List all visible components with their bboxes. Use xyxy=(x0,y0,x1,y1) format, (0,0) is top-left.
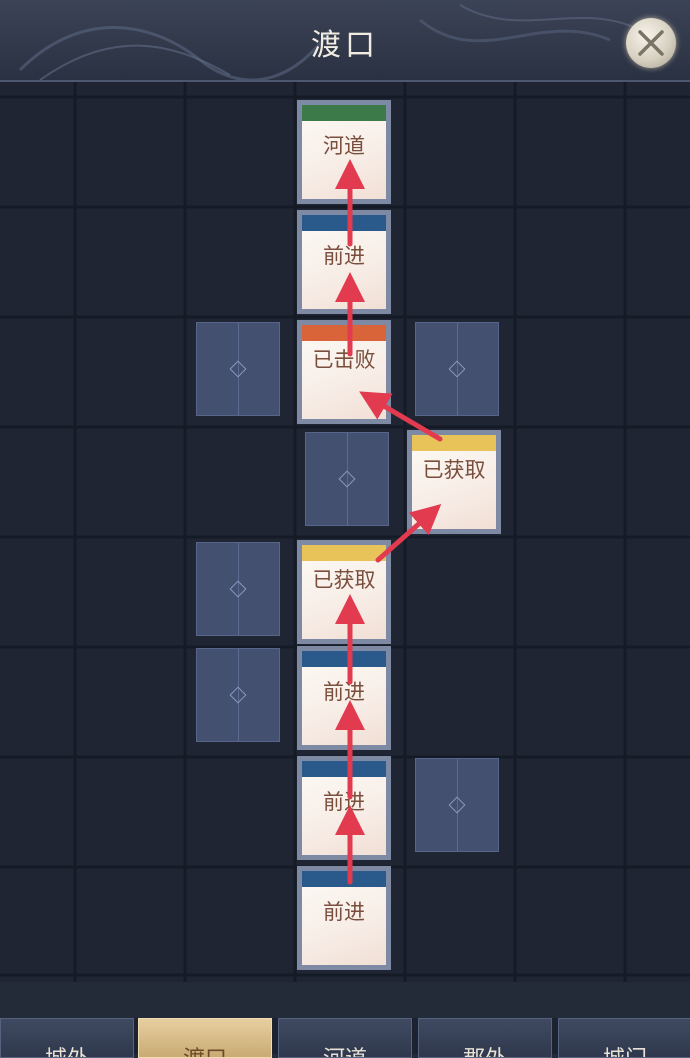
tab-ferry[interactable]: 渡口 xyxy=(138,1018,272,1058)
diamond-icon xyxy=(448,796,466,814)
close-button[interactable] xyxy=(626,18,676,68)
node-card-label: 前进 xyxy=(323,244,365,268)
diamond-icon xyxy=(229,580,247,598)
node-card-advance[interactable]: 前进 xyxy=(297,866,391,970)
node-card-advance[interactable]: 前进 xyxy=(297,210,391,314)
node-card-defeated[interactable]: 已击败 xyxy=(297,320,391,424)
tab-label: 渡口 xyxy=(183,1047,227,1057)
node-card-bar xyxy=(302,761,386,777)
node-card-label: 前进 xyxy=(323,680,365,704)
header-bar: 渡口 xyxy=(0,0,690,82)
node-card-obtained[interactable]: 已获取 xyxy=(407,430,501,534)
empty-tile[interactable] xyxy=(415,322,499,416)
diamond-icon xyxy=(448,360,466,378)
node-card-river[interactable]: 河道 xyxy=(297,100,391,204)
empty-tile[interactable] xyxy=(196,322,280,416)
tab-label: 城门 xyxy=(603,1047,647,1057)
node-card-label: 已击败 xyxy=(312,348,376,372)
node-card-bar xyxy=(412,435,496,451)
node-card-label: 已获取 xyxy=(422,458,486,482)
node-card-label: 前进 xyxy=(323,790,365,814)
empty-tile[interactable] xyxy=(415,758,499,852)
empty-tile[interactable] xyxy=(196,542,280,636)
tab-outer-county[interactable]: 郡外 xyxy=(418,1018,552,1058)
region-tab-bar: 城外 渡口 河道 郡外 城门 xyxy=(0,1018,690,1058)
node-card-bar xyxy=(302,105,386,121)
node-card-bar xyxy=(302,871,386,887)
tab-outside-city[interactable]: 城外 xyxy=(0,1018,134,1058)
node-card-bar xyxy=(302,545,386,561)
empty-tile[interactable] xyxy=(196,648,280,742)
node-card-advance[interactable]: 前进 xyxy=(297,756,391,860)
node-card-label: 前进 xyxy=(323,900,365,924)
node-card-label: 河道 xyxy=(323,134,365,158)
diamond-icon xyxy=(338,470,356,488)
empty-tile[interactable] xyxy=(305,432,389,526)
diamond-icon xyxy=(229,360,247,378)
page-title: 渡口 xyxy=(311,28,379,63)
node-card-bar xyxy=(302,651,386,667)
tab-label: 城外 xyxy=(45,1047,89,1057)
tab-label: 郡外 xyxy=(463,1047,507,1057)
map-board: 河道 前进 已击败 已获取 已获取 前进 前进 前进 xyxy=(0,82,690,982)
node-card-label: 已获取 xyxy=(312,568,376,592)
diamond-icon xyxy=(229,686,247,704)
node-card-advance[interactable]: 前进 xyxy=(297,646,391,750)
node-card-bar xyxy=(302,325,386,341)
tab-river[interactable]: 河道 xyxy=(278,1018,412,1058)
close-icon xyxy=(638,30,664,56)
tab-city-gate[interactable]: 城门 xyxy=(558,1018,690,1058)
tab-label: 河道 xyxy=(323,1047,367,1057)
node-card-bar xyxy=(302,215,386,231)
node-card-obtained[interactable]: 已获取 xyxy=(297,540,391,644)
